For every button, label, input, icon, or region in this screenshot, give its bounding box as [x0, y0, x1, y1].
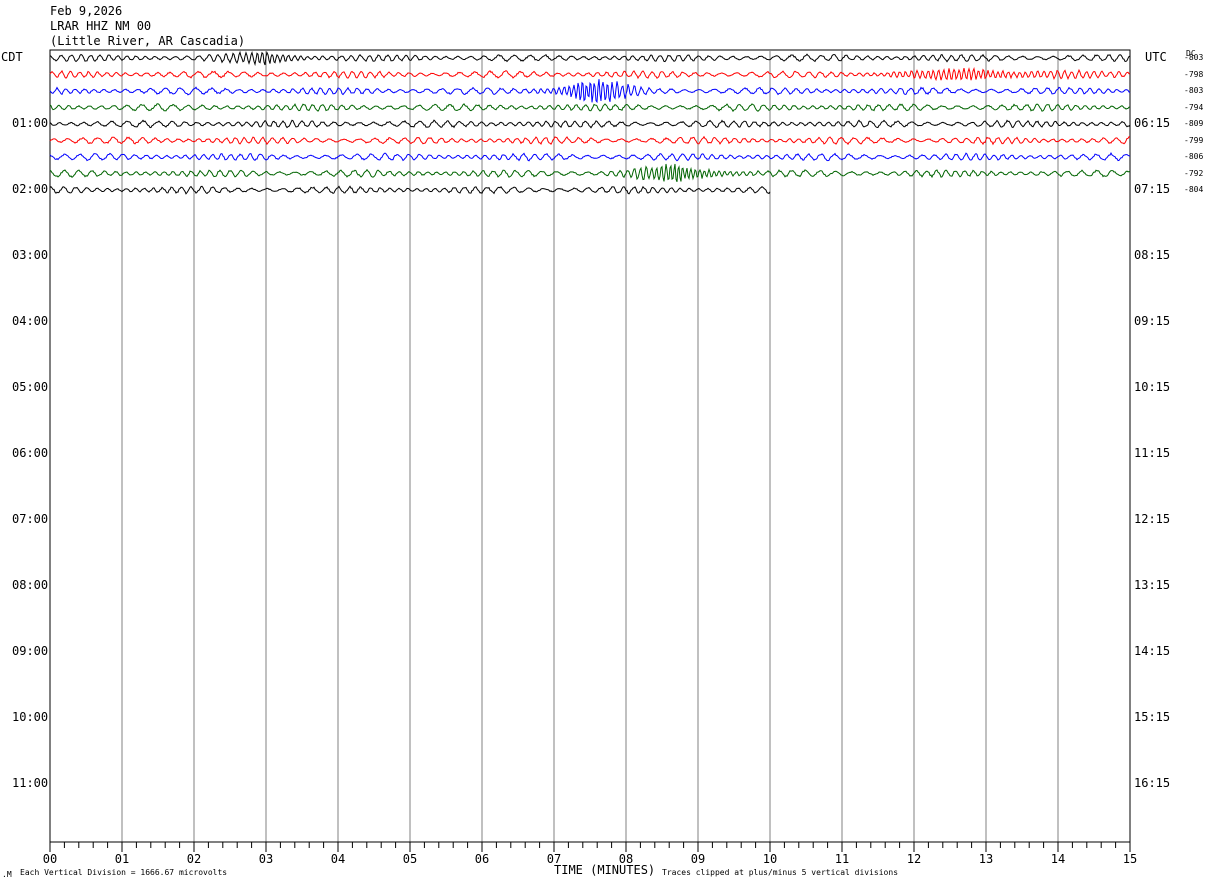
dc-offset-value: -803 [1184, 53, 1204, 62]
x-tick-label: 13 [979, 852, 993, 866]
x-tick-label: 06 [475, 852, 489, 866]
right-hour-label: 13:15 [1134, 578, 1171, 592]
left-hour-label: 02:00 [12, 182, 49, 196]
seismic-traces [49, 50, 1131, 195]
left-hour-label: 04:00 [12, 314, 49, 328]
minute-gridlines [49, 49, 1131, 843]
right-hour-label: 10:15 [1134, 380, 1171, 394]
x-tick-label: 02 [187, 852, 201, 866]
x-tick-label: 03 [259, 852, 273, 866]
trace-row-1 [49, 67, 1131, 82]
x-tick-label: 14 [1051, 852, 1065, 866]
trace-row-3 [49, 103, 1131, 113]
x-tick-label: 10 [763, 852, 777, 866]
left-timezone-label: CDT [1, 50, 23, 64]
x-tick-label: 11 [835, 852, 849, 866]
left-hour-label: 01:00 [12, 116, 49, 130]
left-hour-label: 06:00 [12, 446, 49, 460]
dc-offset-value: -803 [1184, 86, 1204, 95]
left-hour-label: 08:00 [12, 578, 49, 592]
x-axis-title: TIME (MINUTES) [554, 863, 656, 877]
x-tick-label: 01 [115, 852, 129, 866]
left-hour-label: 09:00 [12, 644, 49, 658]
dc-offset-value: -798 [1184, 69, 1204, 79]
right-timezone-label: UTC [1145, 50, 1167, 64]
x-tick-label: 04 [331, 852, 345, 866]
x-tick-label: 09 [691, 852, 705, 866]
x-tick-label: 12 [907, 852, 921, 866]
right-hour-label: 08:15 [1134, 248, 1171, 262]
trace-row-5 [49, 135, 1131, 146]
trace-row-4 [49, 119, 1131, 129]
left-hour-label: 07:00 [12, 512, 49, 526]
trace-row-6 [49, 152, 1131, 162]
location-label: (Little River, AR Cascadia) [50, 34, 246, 48]
x-tick-label: 15 [1123, 852, 1137, 866]
left-hour-label: 10:00 [12, 710, 49, 724]
x-tick-label: 05 [403, 852, 417, 866]
trace-row-0 [49, 50, 1131, 67]
dc-offset-value: -809 [1184, 119, 1204, 128]
trace-row-2 [49, 79, 1131, 104]
dc-offset-value: -806 [1184, 152, 1204, 161]
right-hour-label: 11:15 [1134, 446, 1171, 460]
plot-frame [49, 49, 1131, 843]
trace-row-7 [49, 163, 1131, 182]
dc-offset-value: -799 [1184, 135, 1204, 145]
x-tick-label: 00 [43, 852, 57, 866]
right-hour-label: 07:15 [1134, 182, 1171, 196]
right-hour-label: 14:15 [1134, 644, 1171, 658]
station-label: LRAR HHZ NM 00 [50, 19, 152, 33]
dc-offset-value: -804 [1184, 185, 1204, 194]
left-hour-label: 03:00 [12, 248, 49, 262]
clip-footnote: Traces clipped at plus/minus 5 vertical … [662, 868, 899, 877]
left-hour-label: 11:00 [12, 776, 49, 790]
right-hour-label: 06:15 [1134, 116, 1171, 130]
right-hour-label: 09:15 [1134, 314, 1171, 328]
corner-mark: .M [2, 870, 12, 879]
scale-footnote: Each Vertical Division = 1666.67 microvo… [20, 868, 228, 877]
dc-offset-value: -794 [1184, 102, 1204, 112]
right-hour-label: 12:15 [1134, 512, 1171, 526]
date-label: Feb 9,2026 [50, 4, 123, 18]
left-hour-label: 05:00 [12, 380, 49, 394]
right-hour-label: 16:15 [1134, 776, 1171, 790]
right-hour-label: 15:15 [1134, 710, 1171, 724]
dc-offset-value: -792 [1184, 168, 1204, 178]
seismogram-plot: 00 01 02 03 04 05 06 07 08 09 10 11 12 13 14 15 [43, 49, 1137, 866]
